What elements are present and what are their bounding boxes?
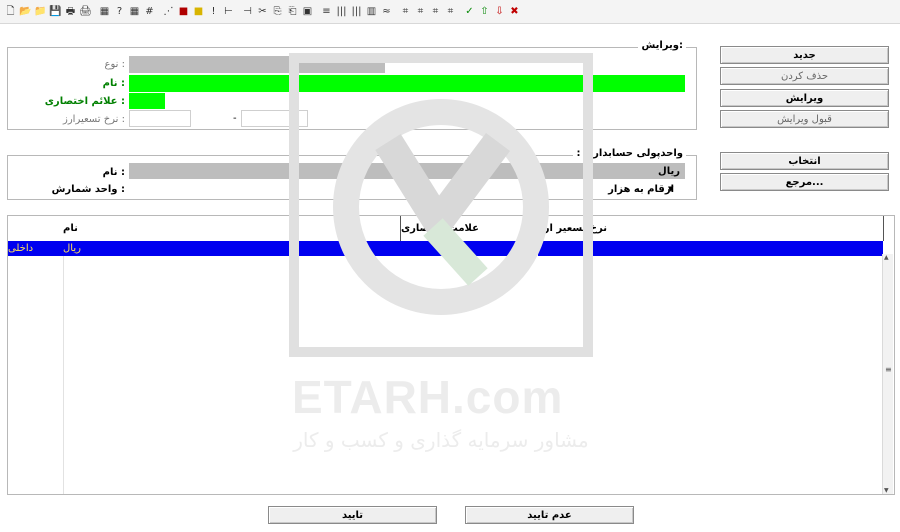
row-abbr: R bbox=[525, 241, 538, 256]
bars-icon[interactable]: ||| bbox=[334, 4, 349, 20]
scroll-down-icon[interactable]: ▼ bbox=[884, 487, 889, 494]
rate-field-right[interactable] bbox=[241, 110, 308, 127]
new-doc-icon[interactable]: 🗋 bbox=[3, 4, 18, 20]
reference-button[interactable]: مرجع... bbox=[720, 173, 889, 191]
edit-button[interactable]: ویرایش bbox=[720, 89, 889, 107]
col-header-rate[interactable]: نرخ تسعیر ارز bbox=[538, 216, 884, 241]
table-icon[interactable]: ▦ bbox=[97, 4, 112, 20]
col-header-abbr[interactable]: علامت اختصاری bbox=[401, 216, 538, 241]
col-header-name[interactable]: نام bbox=[63, 216, 401, 241]
row-name: ریال bbox=[63, 243, 81, 254]
cancel-button[interactable]: حذف کردن bbox=[720, 67, 889, 85]
chart-icon[interactable]: ≈ bbox=[379, 4, 394, 20]
red-box-icon[interactable]: ■ bbox=[176, 4, 191, 20]
unit-label: : واحد شمارش bbox=[51, 184, 125, 195]
grid-scrollbar[interactable]: ▲ ≡ ▼ bbox=[882, 254, 893, 494]
acct-name-value: ریال bbox=[658, 165, 680, 177]
new-button[interactable]: جدید bbox=[720, 46, 889, 64]
unit-select[interactable]: ارقام به هزار bbox=[129, 181, 681, 197]
question-icon[interactable]: ? bbox=[112, 4, 127, 20]
paste-icon[interactable]: ⎗ bbox=[285, 4, 300, 20]
rate-label: : نرخ تسعیرارز bbox=[63, 114, 125, 125]
cut-icon[interactable]: ✂ bbox=[255, 4, 270, 20]
rate-field-left[interactable] bbox=[129, 110, 191, 127]
list-icon[interactable]: ≡ bbox=[319, 4, 334, 20]
edit-group-title: ویرایش: bbox=[638, 40, 686, 51]
hash-icon[interactable]: # bbox=[142, 4, 157, 20]
yellow-note-icon[interactable]: ■ bbox=[191, 4, 206, 20]
row-type: داخلی bbox=[8, 243, 34, 254]
scroll-grip-icon[interactable]: ≡ bbox=[885, 365, 892, 374]
exclamation-icon[interactable]: ! bbox=[206, 4, 221, 20]
confirm-button[interactable]: تایید bbox=[268, 506, 437, 524]
print-icon[interactable]: 🖶 bbox=[63, 4, 78, 20]
acct-name-field: ریال bbox=[129, 163, 685, 179]
arrow-down-red-icon[interactable]: ⇩ bbox=[492, 4, 507, 20]
strike-icon[interactable]: ⋰ bbox=[161, 4, 176, 20]
copy-icon[interactable]: ⎘ bbox=[270, 4, 285, 20]
currency-grid: نرخ تسعیر ارز علامت اختصاری نام R ریال د… bbox=[7, 215, 895, 495]
tree2-icon[interactable]: ⊣ bbox=[240, 4, 255, 20]
bars2-icon[interactable]: ||| bbox=[349, 4, 364, 20]
name-field[interactable] bbox=[129, 75, 685, 92]
filter2-icon[interactable]: ⌗ bbox=[413, 4, 428, 20]
abbr-field[interactable] bbox=[129, 93, 165, 109]
check-green-icon[interactable]: ✓ bbox=[462, 4, 477, 20]
calc-icon[interactable]: ▣ bbox=[300, 4, 315, 20]
type-label: : نوع bbox=[104, 59, 125, 70]
acct-name-label: : نام bbox=[102, 167, 125, 178]
select-button[interactable]: انتخاب bbox=[720, 152, 889, 170]
name-label: : نام bbox=[102, 78, 125, 89]
scroll-up-icon[interactable]: ▲ bbox=[884, 254, 889, 261]
col-divider bbox=[63, 256, 64, 494]
tree-icon[interactable]: ⊢ bbox=[221, 4, 236, 20]
accept-edit-button[interactable]: قبول ویرایش bbox=[720, 110, 889, 128]
unit-select-value: ارقام به هزار bbox=[608, 183, 674, 195]
type-field[interactable] bbox=[129, 56, 385, 73]
reject-button[interactable]: عدم تایید bbox=[465, 506, 634, 524]
filter3-icon[interactable]: ⌗ bbox=[428, 4, 443, 20]
filter-icon[interactable]: ⌗ bbox=[398, 4, 413, 20]
arrow-up-green-icon[interactable]: ⇧ bbox=[477, 4, 492, 20]
rate-dash: - bbox=[233, 113, 237, 124]
filter4-icon[interactable]: ⌗ bbox=[443, 4, 458, 20]
row-abbr-value: R bbox=[527, 243, 535, 254]
table-row[interactable]: R ریال داخلی bbox=[8, 241, 883, 256]
unit-dropdown-arrow-icon[interactable]: ▼ bbox=[668, 185, 673, 193]
grid-icon[interactable]: ▦ bbox=[127, 4, 142, 20]
barcode-icon[interactable]: ▥ bbox=[364, 4, 379, 20]
close-red-icon[interactable]: ✖ bbox=[507, 4, 522, 20]
abbr-label: : علائم اختصاری bbox=[44, 96, 125, 107]
open-folder-icon[interactable]: 📂 bbox=[18, 4, 33, 20]
grid-header: نرخ تسعیر ارز علامت اختصاری نام bbox=[8, 216, 894, 241]
edit-group: ویرایش: : نوع : نام : علائم اختصاری - : … bbox=[7, 40, 697, 130]
save-icon[interactable]: 💾 bbox=[48, 4, 63, 20]
acct-group: : واحدپولی حسابداری ریال : نام ارقام به … bbox=[7, 148, 697, 200]
folder-icon[interactable]: 📁 bbox=[33, 4, 48, 20]
acct-group-title: : واحدپولی حسابداری bbox=[573, 148, 686, 159]
toolbar: 🗋 📂 📁 💾 🖶 🖨 ▦? ▦ # ⋰ ■ ■! ⊢ ⊣ ✂ ⎘ ⎗ ▣ ≡ ||| ||| ▥ ≈ ⌗ ⌗ ⌗ ⌗ ✓ ⇧ ⇩ ✖ bbox=[0, 0, 900, 24]
print-preview-icon[interactable]: 🖨 bbox=[78, 4, 93, 20]
